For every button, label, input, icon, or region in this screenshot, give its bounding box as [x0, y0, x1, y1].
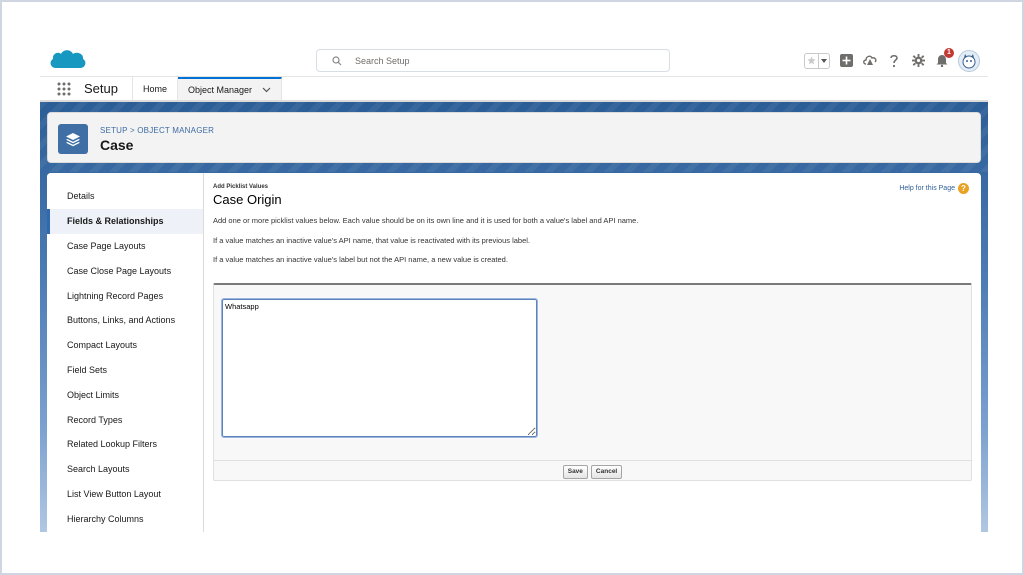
main-card: Details Fields & Relationships Case Page… — [47, 173, 981, 532]
notifications-bell-icon[interactable]: 1 — [934, 47, 954, 69]
sidebar-item-object-limits[interactable]: Object Limits — [47, 382, 203, 407]
sidebar-item-list-view-button-layout[interactable]: List View Button Layout — [47, 482, 203, 507]
sidebar-item-search-layouts[interactable]: Search Layouts — [47, 457, 203, 482]
sidebar-item-label: Case Page Layouts — [67, 240, 146, 251]
search-box[interactable] — [316, 49, 670, 72]
description-line-2: If a value matches an inactive value's A… — [213, 236, 531, 245]
object-sidebar: Details Fields & Relationships Case Page… — [47, 173, 204, 532]
sidebar-item-label: List View Button Layout — [67, 488, 161, 499]
sidebar-item-label: Lightning Record Pages — [67, 290, 164, 301]
trailhead-icon[interactable] — [862, 53, 878, 69]
astro-avatar-icon — [962, 53, 976, 68]
help-for-page-link[interactable]: Help for this Page ? — [899, 183, 969, 194]
app-name: Setup — [78, 77, 133, 100]
sidebar-item-details[interactable]: Details — [47, 184, 203, 209]
favorites-dropdown-icon[interactable] — [819, 54, 829, 68]
search-input[interactable] — [355, 55, 655, 66]
object-layers-icon — [58, 124, 88, 154]
sidebar-item-field-sets[interactable]: Field Sets — [47, 358, 203, 383]
header-tools: 1 — [804, 47, 980, 74]
section-subtitle: Add Picklist Values — [213, 184, 269, 190]
save-button[interactable]: Save — [562, 464, 588, 479]
notification-count-badge: 1 — [944, 47, 954, 58]
help-question-icon[interactable] — [886, 53, 902, 69]
sidebar-item-label: Hierarchy Columns — [67, 513, 144, 524]
salesforce-logo-icon[interactable] — [48, 46, 88, 74]
sidebar-item-label: Compact Layouts — [67, 340, 138, 351]
sidebar-item-record-types[interactable]: Record Types — [47, 407, 203, 432]
favorites-group — [804, 52, 830, 69]
search-icon — [325, 55, 349, 66]
page-banner: SETUP > OBJECT MANAGER Case Details Fiel… — [40, 102, 988, 532]
sidebar-item-label: Details — [67, 191, 95, 202]
picklist-values-textarea[interactable]: Whatsapp — [221, 298, 538, 438]
cancel-button[interactable]: Cancel — [590, 464, 623, 479]
user-avatar[interactable] — [958, 49, 980, 72]
sidebar-item-lightning-record-pages[interactable]: Lightning Record Pages — [47, 283, 203, 308]
sidebar-item-label: Search Layouts — [67, 464, 130, 475]
global-actions-plus-icon[interactable] — [838, 53, 854, 69]
sidebar-item-label: Related Lookup Filters — [67, 439, 158, 450]
help-link-label: Help for this Page — [899, 185, 955, 192]
sidebar-item-label: Field Sets — [67, 364, 108, 375]
salesforce-setup-app: 1 Setup Home Object Manager — [40, 44, 988, 532]
sidebar-item-label: Fields & Relationships — [67, 216, 164, 227]
app-launcher-waffle-icon[interactable] — [50, 77, 78, 100]
description-line-3: If a value matches an inactive value's l… — [213, 255, 508, 264]
app-nav-bar: Setup Home Object Manager — [40, 77, 988, 102]
favorite-star-icon[interactable] — [805, 53, 819, 68]
tab-home[interactable]: Home — [133, 77, 178, 100]
sidebar-item-label: Object Limits — [67, 389, 120, 400]
form-button-row: Save Cancel — [214, 460, 971, 482]
page-title: Case — [100, 137, 134, 153]
tab-object-manager[interactable]: Object Manager — [178, 77, 283, 100]
sidebar-item-buttons-links-actions[interactable]: Buttons, Links, and Actions — [47, 308, 203, 333]
sidebar-item-label: Buttons, Links, and Actions — [67, 315, 176, 326]
sidebar-item-compact-layouts[interactable]: Compact Layouts — [47, 333, 203, 358]
chevron-down-icon[interactable] — [262, 87, 271, 93]
global-header: 1 — [40, 44, 988, 77]
picklist-form: Whatsapp Save Cancel — [213, 283, 972, 481]
sidebar-item-fields-relationships[interactable]: Fields & Relationships — [47, 208, 203, 234]
tab-home-label: Home — [142, 83, 167, 94]
object-page-header: SETUP > OBJECT MANAGER Case — [47, 112, 981, 163]
sidebar-item-case-close-page-layouts[interactable]: Case Close Page Layouts — [47, 258, 203, 283]
section-title: Case Origin — [213, 192, 282, 207]
sidebar-item-related-lookup-filters[interactable]: Related Lookup Filters — [47, 432, 203, 457]
breadcrumb[interactable]: SETUP > OBJECT MANAGER — [100, 126, 214, 135]
sidebar-item-hierarchy-columns[interactable]: Hierarchy Columns — [47, 506, 203, 531]
screenshot-frame: 1 Setup Home Object Manager — [0, 0, 1024, 575]
sidebar-item-label: Case Close Page Layouts — [67, 265, 172, 276]
help-icon: ? — [958, 183, 969, 194]
tab-object-manager-label: Object Manager — [188, 84, 253, 95]
setup-gear-icon[interactable] — [910, 53, 926, 69]
description-line-1: Add one or more picklist values below. E… — [213, 216, 639, 225]
sidebar-item-case-page-layouts[interactable]: Case Page Layouts — [47, 234, 203, 259]
picklist-content: Add Picklist Values Case Origin Help for… — [204, 173, 981, 532]
sidebar-item-label: Record Types — [67, 414, 123, 425]
